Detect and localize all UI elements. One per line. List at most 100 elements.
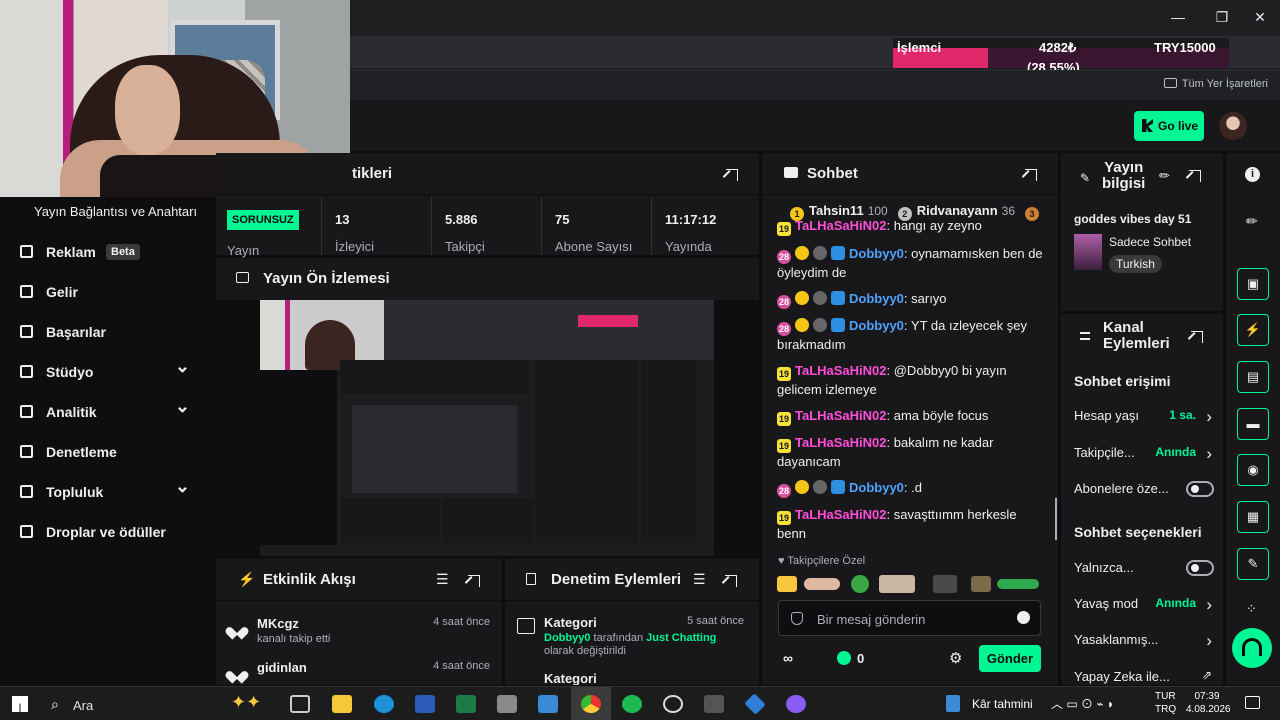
discord-icon[interactable]	[786, 695, 806, 713]
rail-notes-button[interactable]: ▤	[1237, 361, 1269, 393]
maximize-button[interactable]: ❐	[1204, 6, 1240, 28]
emote-icon[interactable]	[804, 578, 840, 590]
chevron-down-icon[interactable]: ⌄	[175, 396, 190, 417]
task-view-icon[interactable]	[290, 695, 310, 713]
leaderboard-entry[interactable]: 3	[1025, 203, 1048, 221]
clock[interactable]: 07:39 4.08.2026	[1186, 690, 1231, 716]
sidebar-item[interactable]: Topluluk ⌄	[18, 476, 198, 504]
rail-broadcast-button[interactable]: ◉	[1237, 454, 1269, 486]
preview-video[interactable]	[260, 300, 714, 556]
chat-username[interactable]: Dobbyy0	[849, 480, 904, 495]
chevron-down-icon[interactable]: ⌄	[175, 476, 190, 497]
sidebar-item[interactable]: Başarılar	[18, 320, 198, 344]
toggle-switch[interactable]	[1186, 560, 1214, 576]
sidebar-item[interactable]: Stüdyo ⌄	[18, 356, 198, 384]
store-icon[interactable]	[538, 695, 558, 713]
mod-item-user[interactable]: Dobbyy0	[544, 632, 590, 644]
chat-message[interactable]: 19 TaLHaSaHiN02: savaşttıımm herkesle ben…	[777, 506, 1045, 543]
chevron-down-icon[interactable]: ⌄	[175, 356, 190, 377]
channel-setting-row[interactable]: Yasaklanmış... ›	[1074, 631, 1214, 650]
app-icon[interactable]	[744, 693, 766, 715]
obs-icon[interactable]	[663, 695, 683, 713]
emoji-icon[interactable]	[1017, 611, 1030, 624]
chat-username[interactable]: TaLHaSaHiN02	[795, 408, 887, 423]
rail-chat-button[interactable]: ▬	[1237, 408, 1269, 440]
calculator-icon[interactable]	[497, 695, 517, 713]
chat-username[interactable]: TaLHaSaHiN02	[795, 507, 887, 522]
weather-label[interactable]: Kâr tahmini	[972, 697, 1033, 711]
spotify-icon[interactable]	[622, 695, 642, 713]
file-explorer-icon[interactable]	[332, 695, 352, 713]
chat-message[interactable]: 28 Dobbyy0: sarıyo	[777, 290, 1045, 309]
popout-icon[interactable]	[1025, 169, 1037, 181]
taskbar-search[interactable]: ⌕ Ara ✦✦	[47, 690, 275, 718]
tag-pill[interactable]: Turkish	[1109, 255, 1162, 273]
rail-clip-button[interactable]: ▣	[1237, 268, 1269, 300]
popout-icon[interactable]	[1189, 170, 1201, 182]
channel-setting-row[interactable]: Yapay Zeka ile... ⇗	[1074, 668, 1214, 684]
app-icon[interactable]	[704, 695, 724, 713]
emote-icon[interactable]	[851, 575, 869, 593]
popout-icon[interactable]	[725, 575, 737, 587]
windows-start-icon[interactable]	[12, 696, 28, 712]
category-name[interactable]: Sadece Sohbet	[1109, 235, 1191, 249]
popout-icon[interactable]	[468, 575, 480, 587]
emote-icon[interactable]	[933, 575, 957, 593]
chrome-icon[interactable]	[581, 695, 601, 713]
rail-lightning-button[interactable]: ⚡	[1237, 314, 1269, 346]
coin-icon[interactable]	[837, 651, 851, 665]
sidebar-item[interactable]: Denetleme	[18, 440, 198, 464]
chat-username[interactable]: TaLHaSaHiN02	[795, 221, 887, 233]
rail-layout-button[interactable]: ▦	[1237, 501, 1269, 533]
extensions-icon[interactable]: ⁘	[1246, 601, 1257, 617]
channel-setting-row[interactable]: Yalnızca...	[1074, 560, 1214, 576]
sidebar-item[interactable]: Reklam Beta	[18, 240, 198, 264]
channel-setting-row[interactable]: Yavaş mod Anında ›	[1074, 595, 1214, 614]
edit-pencil-icon[interactable]: ✏	[1159, 168, 1170, 184]
filter-icon[interactable]: ☰	[436, 571, 449, 588]
minimize-button[interactable]: —	[1160, 6, 1196, 28]
word-icon[interactable]	[415, 695, 435, 713]
chat-username[interactable]: Dobbyy0	[849, 291, 904, 306]
edge-icon[interactable]	[374, 695, 394, 713]
leaderboard-entry[interactable]: 1 Tahsin11 100	[790, 203, 888, 221]
popout-icon[interactable]	[726, 169, 738, 181]
chat-message[interactable]: 28 Dobbyy0: oynamamısken ben de öyleydim …	[777, 245, 1045, 282]
tray-icons[interactable]: ︿ ▭ ⊙ ⌁ ◗	[1051, 695, 1114, 712]
chat-message[interactable]: 28 Dobbyy0: YT da ızleyecek şey bırakmadı…	[777, 317, 1045, 354]
language-indicator[interactable]: TUR TRQ	[1155, 690, 1176, 716]
excel-icon[interactable]	[456, 695, 476, 713]
pencil-icon[interactable]: ✏	[1246, 213, 1258, 230]
chat-username[interactable]: Dobbyy0	[849, 246, 904, 261]
close-button[interactable]: ✕	[1242, 6, 1278, 28]
leaderboard-entry[interactable]: 2 Ridvanayann 36	[897, 203, 1015, 221]
chat-message[interactable]: 19 TaLHaSaHiN02: @Dobbyy0 bi yayın gelice…	[777, 362, 1045, 399]
emote-icon[interactable]	[971, 576, 991, 592]
go-live-button[interactable]: Go live	[1134, 111, 1204, 141]
emote-icon[interactable]	[879, 575, 915, 593]
send-button[interactable]: Gönder	[979, 645, 1041, 672]
sidebar-item[interactable]: Droplar ve ödüller	[18, 520, 198, 544]
activity-item[interactable]: MKcgz kanalı takip etti 4 saat önce	[230, 616, 490, 656]
channel-points-icon[interactable]: ∞	[783, 650, 793, 666]
all-bookmarks-button[interactable]: Tüm Yer İşaretleri	[1163, 78, 1268, 90]
mod-item-category[interactable]: Just Chatting	[646, 632, 716, 644]
info-icon[interactable]: i	[1245, 167, 1260, 182]
sidebar-item-stream-key[interactable]: Yayın Bağlantısı ve Anahtarı	[34, 204, 197, 219]
settings-gear-icon[interactable]: ⚙	[949, 649, 962, 667]
rail-mod-button[interactable]: ✎	[1237, 548, 1269, 580]
emote-icon[interactable]	[997, 579, 1039, 589]
chat-input[interactable]: Bir mesaj gönderin	[778, 600, 1041, 636]
chat-message[interactable]: 28 Dobbyy0: .d	[777, 479, 1045, 498]
chat-message[interactable]: 19 TaLHaSaHiN02: bakalım ne kadar dayanıc…	[777, 434, 1045, 471]
avatar[interactable]	[1219, 112, 1247, 140]
sidebar-item[interactable]: Gelir	[18, 280, 198, 304]
notifications-icon[interactable]	[1245, 696, 1260, 709]
filter-icon[interactable]: ☰	[693, 571, 706, 588]
category-boxart[interactable]	[1074, 234, 1102, 270]
chat-username[interactable]: TaLHaSaHiN02	[795, 363, 887, 378]
chat-message[interactable]: 19 TaLHaSaHiN02: ama böyle focus	[777, 407, 1045, 426]
weather-icon[interactable]	[946, 695, 960, 712]
sidebar-item[interactable]: Analitik ⌄	[18, 396, 198, 424]
chat-scrollbar[interactable]	[1055, 498, 1057, 540]
